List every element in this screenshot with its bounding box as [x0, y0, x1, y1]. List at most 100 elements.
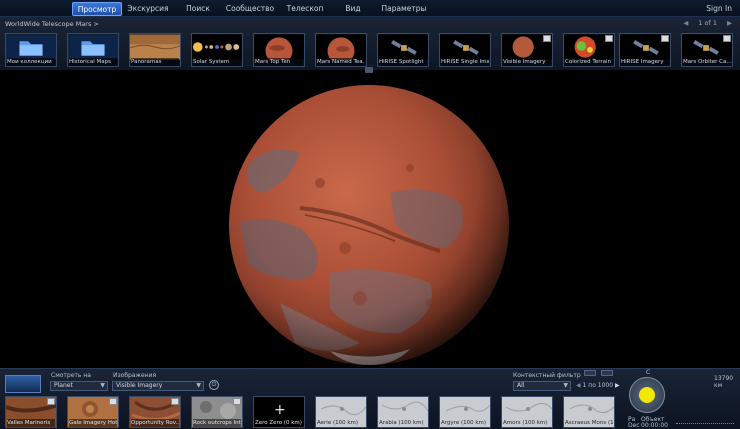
folder-icon: [6, 34, 56, 60]
mars-image: [254, 34, 304, 60]
thumb-label: Zero Zero (0 km): [255, 419, 303, 427]
sign-in-link[interactable]: Sign In: [706, 2, 732, 16]
result-gale[interactable]: Gale Imagery Hot...: [67, 396, 119, 428]
imagery-select[interactable]: Visible Imagery ▼: [112, 381, 204, 391]
result-ascraeus-mons[interactable]: Ascraeus Mons (1...: [563, 396, 615, 428]
bottom-pager: ◀ 1 по 1000 ▶: [576, 382, 620, 389]
context-filter-label: Контекстный фильтр: [513, 372, 581, 379]
thumb-label: Argyre (100 km): [441, 420, 487, 426]
explore-pager: ◀ 1 of 1 ▶: [683, 19, 732, 27]
thumb-label: HiRISE Single Ima...: [441, 58, 489, 66]
sketch-map-image: [569, 404, 614, 413]
thumb-label: Panoramas: [131, 58, 179, 66]
chevron-down-icon: ▼: [196, 382, 201, 389]
thumb-label: Valles Marineris: [7, 419, 55, 427]
menu-community[interactable]: Сообщество: [224, 2, 276, 16]
imagery-value: Visible Imagery: [116, 382, 163, 389]
solar-system-image: [192, 34, 242, 60]
thumb-historical-maps[interactable]: Historical Maps: [67, 33, 119, 67]
thumb-panoramas[interactable]: Panoramas: [129, 33, 181, 67]
sketch-map-image: [505, 403, 552, 412]
sketch-map-image: [445, 404, 490, 412]
badge-icon: [661, 35, 669, 42]
coord-readout: 00:00:00: [641, 422, 668, 429]
menu-guided-tours[interactable]: Экскурсия: [124, 2, 172, 16]
result-arabia[interactable]: Arabia (100 km): [377, 396, 429, 428]
badge-icon: [171, 398, 179, 405]
thumb-label: Ascraeus Mons (1...: [565, 420, 613, 426]
context-filter-select[interactable]: All ▼: [513, 381, 571, 391]
thumb-visible-imagery[interactable]: Visible Imagery: [501, 33, 553, 67]
result-amors[interactable]: Amors (100 km): [501, 396, 553, 428]
satellite-icon: [378, 34, 428, 60]
panorama-image: [130, 34, 180, 60]
thumb-label: Gale Imagery Hot...: [69, 419, 117, 427]
thumb-label: Arabia (100 km): [379, 420, 424, 426]
thumb-mars-named-features[interactable]: Mars Named Tea...: [315, 33, 367, 67]
explore-panel: WorldWide Telescope Mars > ◀ 1 of 1 ▶ Мо…: [0, 17, 740, 70]
thumb-label: Solar System: [193, 58, 241, 66]
satellite-icon: [440, 34, 490, 60]
thumb-hirise-imagery[interactable]: HiRISE Imagery: [619, 33, 671, 67]
thumb-label: Visible Imagery: [503, 58, 551, 66]
bottom-page-indicator: 1 по 1000: [582, 382, 614, 389]
thumb-solar-system[interactable]: Solar System: [191, 33, 243, 67]
result-opportunity[interactable]: Opportunity Rov...: [129, 396, 181, 428]
thumb-label: Opportunity Rov...: [131, 419, 179, 427]
imagery-label: Изображения: [113, 372, 157, 379]
result-zero-zero[interactable]: + Zero Zero (0 km): [253, 396, 305, 428]
thumb-mars-orbiter-camera[interactable]: Mars Orbiter Ca...: [681, 33, 733, 67]
menu-telescope[interactable]: Телескоп: [281, 2, 329, 16]
thumb-label: Mars Orbiter Ca...: [683, 58, 731, 66]
menu-explore[interactable]: Просмотр: [72, 2, 122, 16]
badge-icon: [109, 398, 117, 405]
thumb-label: Amors (100 km): [503, 420, 548, 426]
mars-globe[interactable]: [0, 73, 740, 368]
menu-view[interactable]: Вид: [335, 2, 371, 16]
result-argyre[interactable]: Argyre (100 km): [439, 396, 491, 428]
look-at-label: Смотреть на: [51, 372, 91, 379]
scroll-down-button[interactable]: [601, 370, 613, 376]
thumb-my-collections[interactable]: Мои коллекции: [5, 33, 57, 67]
dec-label: Dec: [628, 422, 640, 429]
context-mode-icon[interactable]: [5, 375, 41, 393]
sky-viewer[interactable]: [0, 73, 740, 368]
chevron-down-icon: ▼: [100, 382, 105, 389]
next-page-icon[interactable]: ▶: [615, 382, 620, 389]
compass-top-label: C: [646, 369, 651, 376]
folder-icon: [68, 34, 118, 60]
scroll-up-button[interactable]: [584, 370, 596, 376]
plus-icon: +: [274, 402, 286, 418]
menu-search[interactable]: Поиск: [178, 2, 218, 16]
breadcrumb[interactable]: WorldWide Telescope Mars >: [5, 20, 99, 28]
result-rock-outcrops[interactable]: Rock outcrops Int...: [191, 396, 243, 428]
look-at-value: Planet: [54, 382, 73, 389]
compass-center-icon: [639, 387, 655, 403]
prev-page-icon[interactable]: ◀: [576, 382, 581, 389]
badge-icon: [723, 35, 731, 42]
next-page-icon[interactable]: ▶: [727, 19, 732, 27]
timeline-bar[interactable]: [676, 423, 734, 425]
mars-image: [316, 34, 366, 60]
look-at-select[interactable]: Planet ▼: [50, 381, 108, 391]
page-indicator: 1 of 1: [698, 19, 717, 27]
scale-readout: 13790 км: [714, 375, 734, 389]
prev-page-icon[interactable]: ◀: [683, 19, 688, 27]
thumb-hirise-single-image[interactable]: HiRISE Single Ima...: [439, 33, 491, 67]
thumb-label: HiRISE Spotlight: [379, 58, 427, 66]
thumb-mars-top-ten[interactable]: Mars Top Ten: [253, 33, 305, 67]
sketch-map-image: [320, 405, 366, 416]
badge-icon: [543, 35, 551, 42]
menu-settings[interactable]: Параметры: [378, 2, 430, 16]
thumb-label: Historical Maps: [69, 58, 117, 66]
info-icon[interactable]: ⏻: [209, 380, 219, 390]
chevron-down-icon: ▼: [563, 382, 568, 389]
compass-dial[interactable]: [629, 377, 665, 413]
context-panel: Смотреть на Planet ▼ Изображения Visible…: [0, 368, 740, 429]
thumb-colorized-terrain[interactable]: Colorized Terrain: [563, 33, 615, 67]
thumb-label: Мои коллекции: [7, 58, 55, 66]
badge-icon: [233, 398, 241, 405]
result-aerie[interactable]: Aerie (100 km): [315, 396, 367, 428]
result-valles-marineris[interactable]: Valles Marineris: [5, 396, 57, 428]
thumb-hirise-spotlight[interactable]: HiRISE Spotlight: [377, 33, 429, 67]
